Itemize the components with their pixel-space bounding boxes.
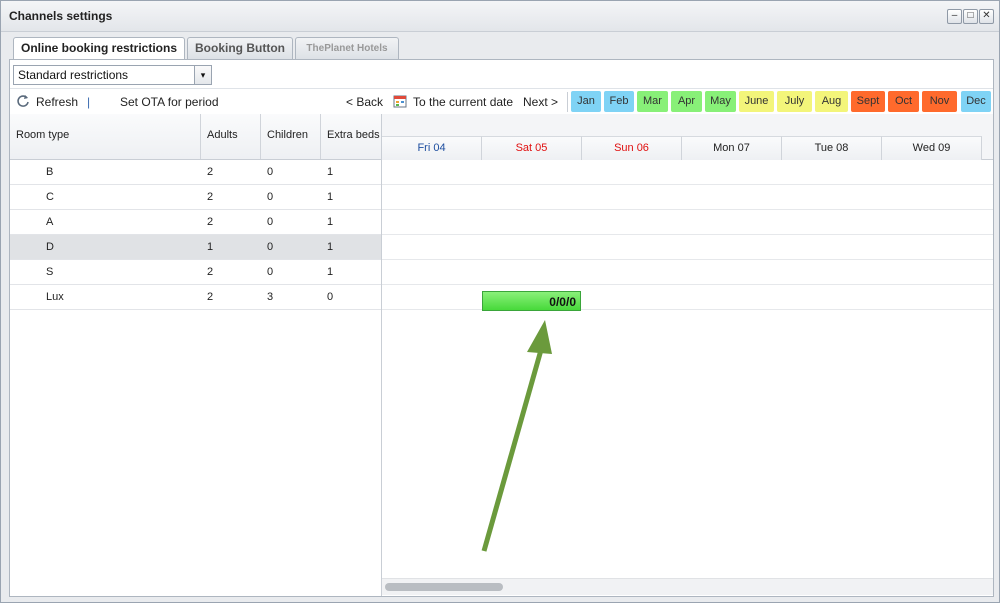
month-button-feb[interactable]: Feb	[604, 91, 634, 112]
table-row[interactable]: Lux 2 3 0	[10, 285, 381, 310]
column-extra-beds-label: Extra beds	[327, 129, 380, 141]
refresh-icon[interactable]	[16, 94, 30, 108]
column-children[interactable]: Children	[261, 114, 321, 159]
month-button-mar[interactable]: Mar	[637, 91, 668, 112]
scrollbar-thumb[interactable]	[385, 583, 503, 591]
cell-extra: 0	[327, 291, 334, 303]
set-ota-button[interactable]: Set OTA for period	[120, 95, 219, 109]
cell-adults: 2	[207, 166, 214, 178]
month-button-jan[interactable]: Jan	[571, 91, 601, 112]
cell-adults: 2	[207, 216, 214, 228]
calendar-grid: Fri 04 Sat 05 Sun 06 Mon 07 Tue 08 Wed 09 0/0…	[382, 114, 993, 596]
cell-children: 0	[267, 216, 274, 228]
maximize-icon[interactable]: □	[963, 9, 978, 24]
cell-room: S	[46, 266, 54, 278]
cell-extra: 1	[327, 266, 334, 278]
month-button-aug[interactable]: Aug	[815, 91, 848, 112]
month-button-nov[interactable]: Nov	[922, 91, 957, 112]
table-row[interactable]: A 2 0 1	[10, 210, 381, 235]
column-adults-label: Adults	[207, 129, 238, 141]
tab-booking-button[interactable]: Booking Button	[187, 37, 293, 59]
cell-room: B	[46, 166, 54, 178]
cell-room: Lux	[46, 291, 64, 303]
back-button[interactable]: < Back	[346, 95, 383, 109]
cell-extra: 1	[327, 191, 334, 203]
month-button-may[interactable]: May	[705, 91, 736, 112]
cell-extra: 1	[327, 241, 334, 253]
cell-extra: 1	[327, 166, 334, 178]
month-button-oct[interactable]: Oct	[888, 91, 919, 112]
cell-children: 0	[267, 241, 274, 253]
month-button-sept[interactable]: Sept	[851, 91, 885, 112]
cell-adults: 2	[207, 191, 214, 203]
cell-room: C	[46, 191, 54, 203]
next-button[interactable]: Next >	[523, 95, 558, 109]
calendar-icon[interactable]	[393, 94, 407, 108]
toolbar-separator: |	[87, 95, 91, 109]
cell-adults: 1	[207, 241, 214, 253]
horizontal-scrollbar[interactable]	[382, 578, 993, 595]
month-button-dec[interactable]: Dec	[961, 91, 991, 112]
tab-online-booking-restrictions[interactable]: Online booking restrictions	[13, 37, 185, 60]
channels-settings-window: Channels settings – □ ✕ Online booking r…	[0, 0, 1000, 603]
cell-adults: 2	[207, 266, 214, 278]
close-icon[interactable]: ✕	[979, 9, 994, 24]
room-types-grid: Room type Adults Children Extra beds B 2 0…	[10, 114, 382, 596]
toolbar-divider	[567, 92, 568, 112]
current-date-button[interactable]: To the current date	[413, 95, 513, 109]
table-row[interactable]: C 2 0 1	[10, 185, 381, 210]
minimize-icon[interactable]: –	[947, 9, 962, 24]
cell-children: 3	[267, 291, 274, 303]
refresh-button[interactable]: Refresh	[36, 95, 78, 109]
select-value: Standard restrictions	[18, 68, 129, 82]
table-row[interactable]: D 1 0 1	[10, 235, 381, 260]
column-room-type[interactable]: Room type	[10, 114, 201, 159]
restrictions-panel: Standard restrictions ▾ Refresh | Set OT…	[9, 59, 994, 597]
cell-room: A	[46, 216, 54, 228]
column-adults[interactable]: Adults	[201, 114, 261, 159]
month-button-july[interactable]: July	[777, 91, 812, 112]
cell-children: 0	[267, 191, 274, 203]
cell-room: D	[46, 241, 54, 253]
title-bar: Channels settings – □ ✕	[1, 1, 999, 32]
chevron-down-icon[interactable]: ▾	[194, 66, 211, 84]
tab-planet-hotels[interactable]: ThePlanet Hotels	[295, 37, 399, 59]
toolbar: Refresh | Set OTA for period < Back To t…	[10, 88, 993, 115]
cell-extra: 1	[327, 216, 334, 228]
month-button-june[interactable]: June	[739, 91, 774, 112]
restriction-type-select[interactable]: Standard restrictions ▾	[13, 65, 212, 85]
annotation-arrow-icon	[481, 320, 552, 552]
room-grid-header: Room type Adults Children Extra beds	[10, 114, 381, 160]
table-row[interactable]: B 2 0 1	[10, 160, 381, 185]
window-title: Channels settings	[9, 9, 113, 23]
column-extra-beds[interactable]: Extra beds	[321, 114, 381, 159]
column-children-label: Children	[267, 129, 308, 141]
month-button-apr[interactable]: Apr	[671, 91, 702, 112]
column-room-type-label: Room type	[16, 129, 70, 141]
cell-children: 0	[267, 266, 274, 278]
cell-children: 0	[267, 166, 274, 178]
cell-adults: 2	[207, 291, 214, 303]
table-row[interactable]: S 2 0 1	[10, 260, 381, 285]
